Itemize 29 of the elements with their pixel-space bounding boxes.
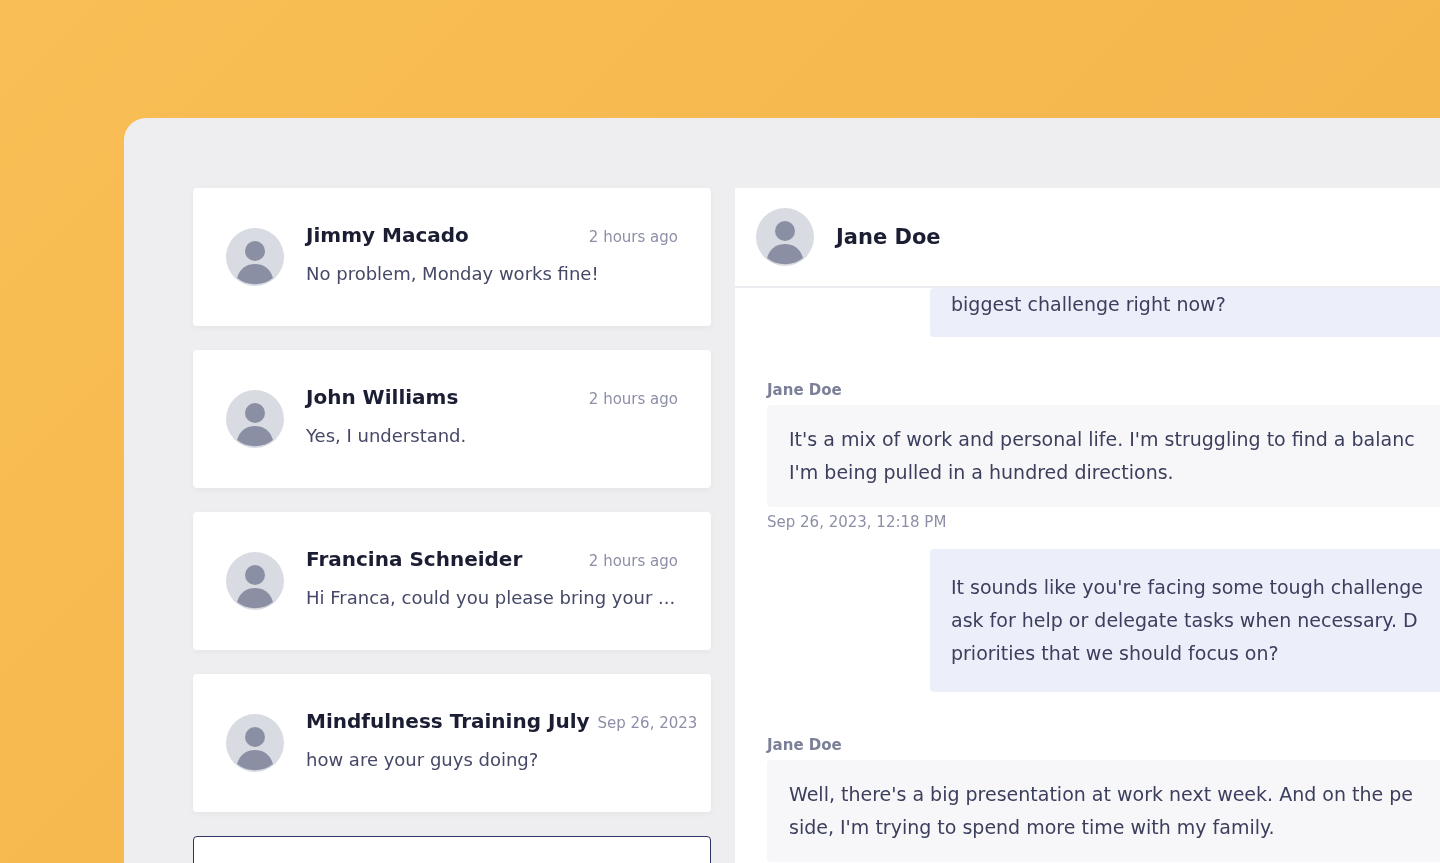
contact-name: Mindfulness Training July — [306, 708, 590, 733]
message-preview: Hi Franca, could you please bring your ... — [306, 586, 677, 608]
sender-name: Jane Doe — [767, 381, 842, 399]
contact-name: Francina Schneider — [306, 546, 523, 571]
message-timestamp: Sep 26, 2023, 12:18 PM — [767, 513, 948, 531]
message-preview: Yes, I understand. — [306, 424, 468, 446]
conversation-card[interactable]: Jimmy Macado 2 hours ago No problem, Monday works fine! — [193, 188, 711, 326]
message-time: 2 hours ago — [588, 551, 678, 570]
sender-name: Jane Doe — [767, 736, 842, 754]
avatar-icon — [226, 552, 284, 610]
message-preview: No problem, Monday works fine! — [306, 262, 600, 284]
message-time: 2 hours ago — [588, 227, 678, 246]
message-bubble: biggest challenge right now? — [930, 288, 1440, 337]
conversation-card[interactable]: Mindfulness Training July Sep 26, 2023 how are your guys doing? — [193, 674, 711, 812]
avatar-icon — [756, 208, 814, 266]
message-time: Sep 26, 2023 — [597, 713, 698, 732]
avatar-icon — [226, 228, 284, 286]
contact-name: Jimmy Macado — [306, 222, 469, 247]
chat-contact-name: Jane Doe — [836, 225, 941, 249]
message-bubble: Well, there's a big presentation at work next week. And on the pe side, I'm trying to spend more time with my family. — [767, 760, 1440, 862]
message-preview: how are your guys doing? — [306, 748, 540, 770]
avatar-icon — [226, 714, 284, 772]
conversation-card[interactable]: Francina Schneider 2 hours ago Hi Franca, could you please bring your ... — [193, 512, 711, 650]
message-bubble: It's a mix of work and personal life. I'm struggling to find a balanc I'm being pulled in a hundred directions. — [767, 405, 1440, 507]
avatar-icon — [226, 390, 284, 448]
contact-name: John Williams — [306, 384, 459, 409]
message-time: 2 hours ago — [588, 389, 678, 408]
conversation-card[interactable]: John Williams 2 hours ago Yes, I understand. — [193, 350, 711, 488]
message-bubble: It sounds like you're facing some tough challenge ask for help or delegate tasks when necessary. D priorities that we should focus on? — [930, 549, 1440, 692]
